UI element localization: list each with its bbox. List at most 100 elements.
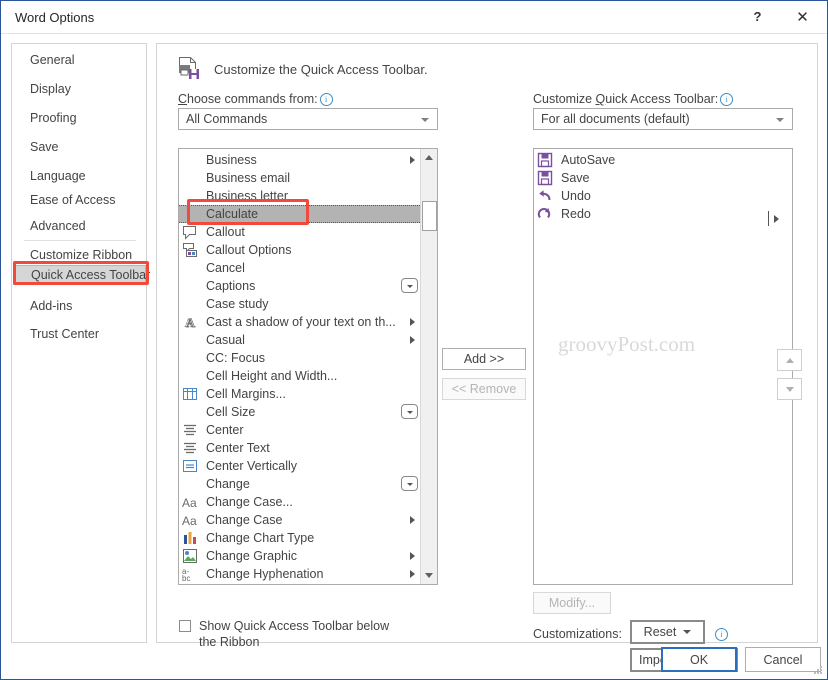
save-icon xyxy=(537,152,553,168)
choose-commands-from-dropdown[interactable]: All Commands xyxy=(178,108,438,130)
command-list-item[interactable]: Center xyxy=(179,421,422,439)
show-below-ribbon-checkbox[interactable] xyxy=(179,620,191,632)
customize-qat-value: For all documents (default) xyxy=(541,112,690,126)
sidebar-item-language[interactable]: Language xyxy=(13,166,146,186)
sidebar-item-proofing[interactable]: Proofing xyxy=(13,108,146,128)
command-list-item[interactable]: a-bc Change Hyphenation xyxy=(179,565,422,583)
submenu-arrow-icon xyxy=(410,318,415,326)
qat-listbox[interactable]: AutoSave Save Undo Redo xyxy=(533,148,793,585)
resize-grip[interactable] xyxy=(813,666,823,676)
info-icon-customize-qat[interactable]: i xyxy=(720,93,734,106)
command-list-item-label: Cell Margins... xyxy=(206,387,286,401)
sidebar-item-general[interactable]: General xyxy=(13,50,146,70)
command-list-item[interactable]: Cell Margins... xyxy=(179,385,422,403)
command-list-item-label: Business xyxy=(206,153,257,167)
command-list-item[interactable]: Change Graphic xyxy=(179,547,422,565)
scroll-up-button[interactable] xyxy=(421,149,437,166)
reset-button-label: Reset xyxy=(643,625,677,639)
command-list-item-label: Cancel xyxy=(206,261,245,275)
add-button-label: Add >> xyxy=(463,352,505,366)
command-list-item[interactable]: CC: Focus xyxy=(179,349,422,367)
commands-scrollbar[interactable] xyxy=(420,149,437,584)
info-icon-choose-commands[interactable]: i xyxy=(319,93,333,106)
quick-access-toolbar-pane: Customize the Quick Access Toolbar. Choo… xyxy=(156,43,818,672)
command-list-item-label: Cell Height and Width... xyxy=(206,369,338,383)
add-button[interactable]: Add >> xyxy=(442,348,526,370)
choose-commands-label-text: hoose commands from: xyxy=(187,92,318,106)
gallery-dropdown-icon[interactable] xyxy=(401,476,418,491)
align-center-icon xyxy=(182,422,198,438)
command-list-item[interactable]: Business letter xyxy=(179,187,422,205)
command-list-item-label: Change Hyphenation xyxy=(206,567,324,581)
move-up-button[interactable] xyxy=(777,349,802,371)
command-list-item[interactable]: Change Chart Type xyxy=(179,529,422,547)
help-icon[interactable]: ? xyxy=(735,1,780,32)
submenu-arrow-icon xyxy=(410,336,415,344)
info-icon-reset[interactable]: i xyxy=(715,628,728,641)
redo-icon xyxy=(537,206,553,222)
command-list-item[interactable]: Aa Change Case... xyxy=(179,493,422,511)
command-list-item[interactable]: Callout xyxy=(179,223,422,241)
callout-icon xyxy=(182,224,198,240)
sidebar-item-advanced[interactable]: Advanced xyxy=(13,216,146,236)
svg-text:Aa: Aa xyxy=(182,496,197,510)
qat-list-item[interactable]: Redo xyxy=(534,205,792,223)
command-list-item[interactable]: Aa Change Case xyxy=(179,511,422,529)
command-list-item[interactable]: A A Cast a shadow of your text on th... xyxy=(179,313,422,331)
command-list-item[interactable]: Center Vertically xyxy=(179,457,422,475)
scroll-thumb[interactable] xyxy=(422,201,437,231)
remove-button: << Remove xyxy=(442,378,526,400)
command-list-item-label: Cell Size xyxy=(206,405,256,419)
qat-list-item[interactable]: AutoSave xyxy=(534,151,792,169)
sidebar-item-display[interactable]: Display xyxy=(13,79,146,99)
submenu-arrow-icon xyxy=(410,516,415,524)
modify-button: Modify... xyxy=(533,592,611,614)
gallery-dropdown-icon[interactable] xyxy=(401,278,418,293)
qat-list-item-label: Save xyxy=(561,171,590,185)
qat-list-item-label: AutoSave xyxy=(561,153,616,167)
move-down-button[interactable] xyxy=(777,378,802,400)
command-list-item[interactable]: Cell Size xyxy=(179,403,422,421)
command-list-item[interactable]: Business xyxy=(179,151,422,169)
word-options-dialog: Word Options ? ✕ General Display Proofin… xyxy=(0,0,828,680)
sidebar-item-add-ins[interactable]: Add-ins xyxy=(13,296,146,316)
command-list-item-label: Business email xyxy=(206,171,291,185)
command-list-item[interactable]: Casual xyxy=(179,331,422,349)
gallery-dropdown-icon[interactable] xyxy=(401,404,418,419)
command-list-item[interactable]: Cancel xyxy=(179,259,422,277)
close-icon[interactable]: ✕ xyxy=(780,1,825,32)
qat-list-item[interactable]: Save xyxy=(534,169,792,187)
command-list-item[interactable]: Callout Options xyxy=(179,241,422,259)
sidebar-item-ease-of-access[interactable]: Ease of Access xyxy=(13,190,146,210)
change-case-icon: Aa xyxy=(182,494,198,510)
reset-button[interactable]: Reset xyxy=(630,620,705,644)
svg-text:bc: bc xyxy=(182,574,190,582)
command-list-item[interactable]: Captions xyxy=(179,277,422,295)
qat-list-item[interactable]: Undo xyxy=(534,187,792,205)
cancel-button-label: Cancel xyxy=(763,652,803,667)
remove-button-label: << Remove xyxy=(451,382,517,396)
align-center-icon xyxy=(182,440,198,456)
command-list-item[interactable]: Change xyxy=(179,475,422,493)
svg-text:Aa: Aa xyxy=(182,514,197,528)
qat-separator-marker xyxy=(768,211,769,226)
qat-list-item-label: Redo xyxy=(561,207,591,221)
command-list-item[interactable]: Business email xyxy=(179,169,422,187)
scroll-down-button[interactable] xyxy=(421,567,437,584)
command-list-item-label: Cast a shadow of your text on th... xyxy=(206,315,396,329)
customize-qat-dropdown[interactable]: For all documents (default) xyxy=(533,108,793,130)
sidebar-item-trust-center[interactable]: Trust Center xyxy=(13,324,146,344)
sidebar-item-save[interactable]: Save xyxy=(13,137,146,157)
command-list-item-selected[interactable]: Calculate xyxy=(179,205,422,223)
sidebar-item-customize-ribbon[interactable]: Customize Ribbon xyxy=(13,245,146,265)
ok-button[interactable]: OK xyxy=(661,647,737,672)
cancel-button[interactable]: Cancel xyxy=(745,647,821,672)
chevron-down-icon xyxy=(421,118,429,122)
commands-listbox[interactable]: Business Business email Business letter Cal… xyxy=(178,148,438,585)
command-list-item[interactable]: Case study xyxy=(179,295,422,313)
sidebar-item-quick-access-toolbar[interactable]: Quick Access Toolbar xyxy=(13,265,150,285)
customize-qat-label: Customize Quick Access Toolbar: i xyxy=(533,92,734,106)
command-list-item-label: Change Chart Type xyxy=(206,531,315,545)
command-list-item[interactable]: Cell Height and Width... xyxy=(179,367,422,385)
command-list-item[interactable]: Center Text xyxy=(179,439,422,457)
